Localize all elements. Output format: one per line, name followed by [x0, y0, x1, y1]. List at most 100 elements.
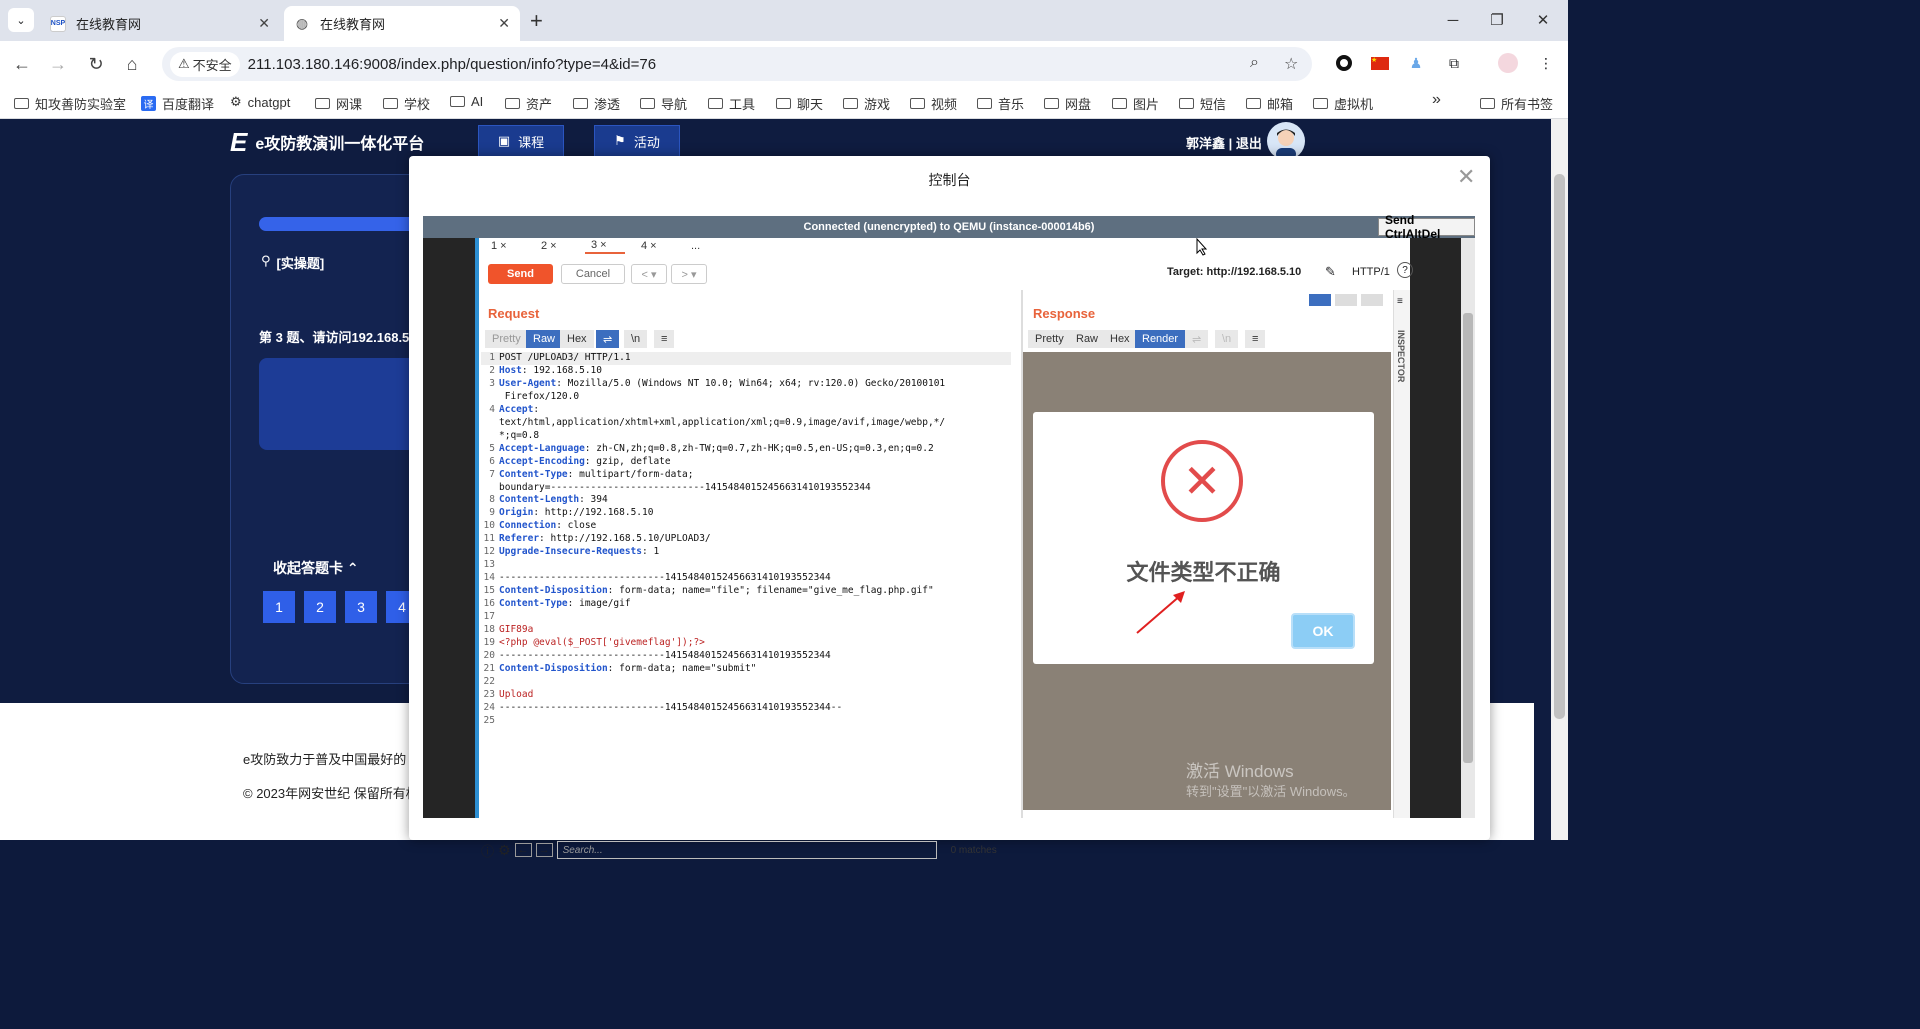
bookmark-folder[interactable]: 网盘 — [1044, 94, 1091, 113]
browser-tab-2[interactable]: ◍ 在线教育网 ✕ — [284, 6, 520, 41]
repeater-tab-more[interactable]: ... — [685, 238, 706, 254]
bookmark-folder[interactable]: 游戏 — [843, 94, 890, 113]
bookmark-folder[interactable]: 音乐 — [977, 94, 1024, 113]
reload-button[interactable]: ↻ — [80, 48, 112, 80]
scrollbar-thumb[interactable] — [1554, 174, 1565, 719]
forward-button[interactable]: → — [42, 48, 74, 80]
repeater-tab[interactable]: 4 × — [635, 238, 663, 254]
profile-avatar[interactable] — [1498, 53, 1518, 73]
bookmark-folder[interactable]: 聊天 — [776, 94, 823, 113]
view-hex-tab[interactable]: Hex — [1103, 330, 1137, 348]
all-bookmarks-folder[interactable]: 所有书签 — [1480, 94, 1553, 113]
bookmark-folder[interactable]: 图片 — [1112, 94, 1159, 113]
view-raw-tab[interactable]: Raw — [1069, 330, 1106, 348]
translate-extension-icon[interactable]: ♟ — [1406, 53, 1426, 73]
menu-icon[interactable]: ≡ — [1245, 330, 1266, 348]
close-window-button[interactable]: ✕ — [1520, 0, 1566, 40]
home-button[interactable]: ⌂ — [116, 48, 148, 80]
view-pretty-tab[interactable]: Pretty — [485, 330, 528, 348]
send-ctrl-alt-del-button[interactable]: Send CtrlAltDel — [1378, 213, 1475, 241]
vnc-viewer[interactable]: Connected (unencrypted) to QEMU (instanc… — [423, 213, 1475, 859]
bookmark-folder[interactable]: AI — [450, 94, 483, 109]
tab-search-button[interactable]: ⌄ — [8, 8, 34, 32]
answer-number-button[interactable]: 1 — [263, 591, 295, 623]
nav-activities[interactable]: ⚑ 活动 — [594, 125, 680, 157]
view-raw-tab[interactable]: Raw — [526, 330, 563, 348]
vm-screen[interactable]: 1 × 2 × 3 × 4 × ... Send Cancel < ▾ > ▾ … — [423, 238, 1461, 859]
bookmark-folder[interactable]: 网课 — [315, 94, 362, 113]
repeater-tab[interactable]: 1 × — [485, 238, 513, 254]
help-icon[interactable]: ? — [1397, 262, 1413, 278]
bookmark-folder[interactable]: 邮箱 — [1246, 94, 1293, 113]
request-editor[interactable]: 1 POST /UPLOAD3/ HTTP/1.1 2 Host: 192.168.5… — [481, 352, 1011, 782]
settings-gear-icon[interactable]: ⚙ — [498, 842, 511, 859]
bookmark-item[interactable]: 译百度翻译 — [141, 94, 214, 113]
answer-area[interactable] — [259, 358, 419, 450]
history-back-button[interactable]: < ▾ — [631, 264, 667, 284]
view-hex-tab[interactable]: Hex — [560, 330, 594, 348]
menu-kebab-icon[interactable]: ⋮ — [1536, 53, 1556, 73]
history-forward-button[interactable]: > ▾ — [671, 264, 707, 284]
tab-close-icon[interactable]: ✕ — [258, 15, 270, 32]
security-indicator[interactable]: ⚠ 不安全 — [170, 51, 240, 77]
site-logo[interactable]: E e攻防教演训一体化平台 — [230, 129, 424, 155]
bookmark-folder[interactable]: 短信 — [1179, 94, 1226, 113]
zoom-icon[interactable]: ⌕ — [1250, 54, 1259, 72]
minimize-button[interactable]: ─ — [1430, 0, 1476, 40]
url-text[interactable]: 211.103.180.146:9008/index.php/question/… — [248, 56, 656, 73]
bookmark-folder[interactable]: 渗透 — [573, 94, 620, 113]
vm-scrollbar-thumb[interactable] — [1463, 313, 1473, 763]
collapse-answer-card-button[interactable]: 收起答题卡 ⌃ — [273, 558, 359, 578]
bookmark-folder[interactable]: 视频 — [910, 94, 957, 113]
bookmark-folder[interactable]: 学校 — [383, 94, 430, 113]
vm-scrollbar[interactable] — [1461, 238, 1475, 818]
menu-icon[interactable]: ≡ — [654, 330, 675, 348]
newline-toggle-icon[interactable]: \n — [624, 330, 648, 348]
layout-toggle[interactable] — [1309, 294, 1383, 306]
user-logout[interactable]: 郭洋鑫 | 退出 — [1186, 133, 1262, 152]
cancel-button[interactable]: Cancel — [561, 264, 625, 284]
tab-close-icon[interactable]: ✕ — [498, 15, 510, 32]
more-bookmarks-button[interactable]: » — [1432, 91, 1441, 109]
browser-tab-1[interactable]: NSP 在线教育网 ✕ — [40, 6, 280, 41]
prev-match-icon[interactable]: ← — [514, 843, 532, 857]
china-flag-extension-icon[interactable]: ★ — [1370, 53, 1390, 73]
page-scrollbar[interactable] — [1551, 119, 1568, 840]
extensions-puzzle-icon[interactable]: ⧉ — [1444, 53, 1464, 73]
view-render-tab[interactable]: Render — [1135, 330, 1186, 348]
word-wrap-icon[interactable]: ⇌ — [596, 330, 620, 348]
bookmark-star-icon[interactable]: ☆ — [1284, 54, 1298, 74]
repeater-tab[interactable]: 2 × — [535, 238, 563, 254]
bookmark-folder[interactable]: 工具 — [708, 94, 755, 113]
new-tab-button[interactable]: + — [530, 8, 543, 34]
side-by-side-icon[interactable] — [1309, 294, 1331, 306]
extension-circle-icon[interactable] — [1334, 53, 1354, 73]
next-match-icon[interactable]: → — [535, 843, 553, 857]
bookmark-folder[interactable]: 资产 — [505, 94, 552, 113]
back-button[interactable]: ← — [6, 48, 38, 80]
tabbed-icon[interactable] — [1361, 294, 1383, 306]
search-input[interactable]: Search... — [556, 841, 937, 859]
answer-number-button[interactable]: 3 — [345, 591, 377, 623]
edit-target-pencil-icon[interactable]: ✎ — [1325, 264, 1336, 280]
bookmark-folder[interactable]: 导航 — [640, 94, 687, 113]
send-button[interactable]: Send — [488, 264, 553, 284]
help-icon[interactable]: ⓘ — [481, 841, 494, 860]
repeater-tab-active[interactable]: 3 × — [585, 238, 625, 254]
answer-number-button[interactable]: 2 — [304, 591, 336, 623]
stacked-icon[interactable] — [1335, 294, 1357, 306]
ok-button[interactable]: OK — [1291, 613, 1355, 649]
close-icon[interactable]: ✕ — [1457, 164, 1475, 190]
nav-courses[interactable]: ▣ 课程 — [478, 125, 564, 157]
bookmark-item[interactable]: 知攻善防实验室 — [14, 94, 126, 113]
view-pretty-tab[interactable]: Pretty — [1028, 330, 1071, 348]
restore-button[interactable]: ❐ — [1474, 0, 1520, 40]
bookmark-folder[interactable]: 虚拟机 — [1313, 94, 1373, 113]
inspector-menu-icon[interactable]: ≡ — [1397, 296, 1403, 307]
inspector-sidebar[interactable]: ≡ INSPECTOR — [1393, 290, 1410, 818]
avatar[interactable] — [1267, 122, 1305, 160]
line-number: 6 — [489, 455, 495, 467]
http-version-label[interactable]: HTTP/1 — [1352, 266, 1390, 278]
bookmark-item[interactable]: ⚙ chatgpt — [230, 94, 290, 110]
address-bar[interactable]: ⚠ 不安全 211.103.180.146:9008/index.php/que… — [162, 47, 1312, 81]
